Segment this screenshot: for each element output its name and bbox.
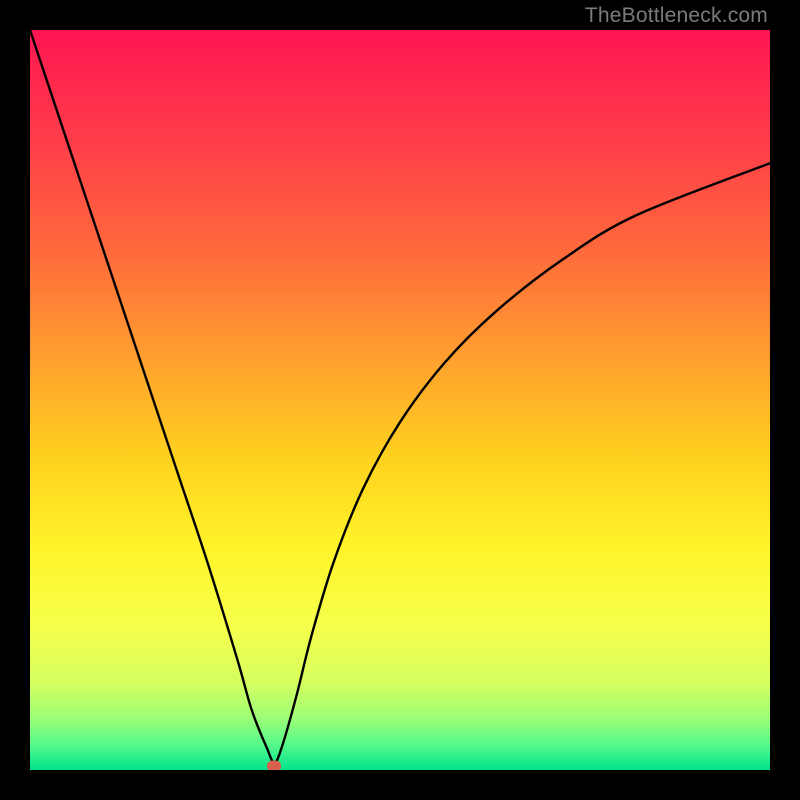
bottleneck-curve: [30, 30, 770, 770]
watermark-text: TheBottleneck.com: [585, 4, 768, 28]
plot-area: [30, 30, 770, 770]
optimal-point-marker: [267, 761, 281, 770]
chart-frame: TheBottleneck.com: [0, 0, 800, 800]
